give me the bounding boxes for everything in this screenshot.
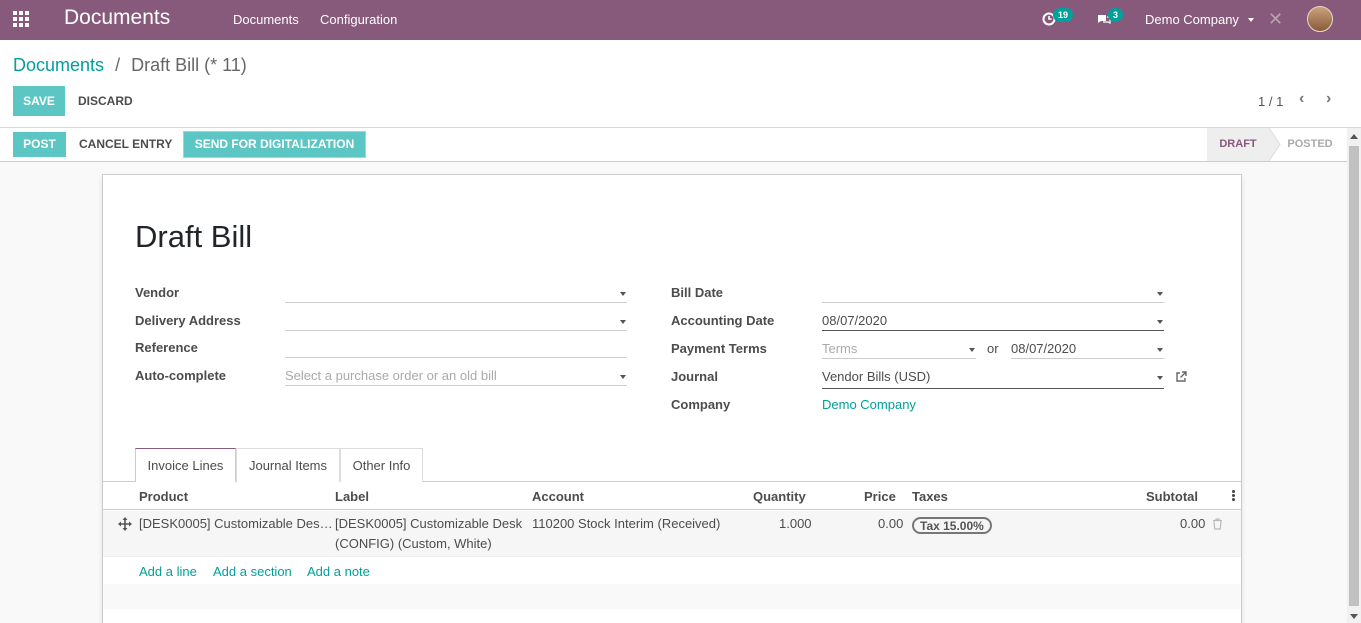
- trash-icon[interactable]: [1212, 518, 1223, 530]
- tax-badge[interactable]: Tax 15.00%: [912, 517, 992, 534]
- breadcrumb-current: Draft Bill (* 11): [131, 55, 247, 75]
- due-date-field[interactable]: 08/07/2020: [1011, 339, 1164, 359]
- vendor-label: Vendor: [135, 285, 180, 300]
- page-scrollbar[interactable]: [1347, 128, 1361, 623]
- tab-journal-items[interactable]: Journal Items: [236, 448, 340, 482]
- caret-down-icon: [1247, 18, 1254, 22]
- caret-down-icon: [1157, 376, 1163, 380]
- cancel-entry-button[interactable]: CANCEL ENTRY: [79, 129, 172, 159]
- status-bar: POST CANCEL ENTRY SEND FOR DIGITALIZATIO…: [0, 128, 1347, 162]
- add-line-row: Add a line Add a section Add a note: [103, 558, 1241, 584]
- scrollbar-thumb[interactable]: [1349, 146, 1359, 606]
- top-navbar: Documents Documents Configuration 19 3 D…: [0, 0, 1361, 40]
- caret-down-icon: [1157, 348, 1163, 352]
- auto-complete-field[interactable]: Select a purchase order or an old bill: [285, 366, 627, 386]
- table-row[interactable]: [DESK0005] Customizable Des… [DESK0005] …: [103, 511, 1241, 557]
- chevron-left-icon[interactable]: ‹: [1299, 90, 1304, 108]
- pager-value[interactable]: 1 / 1: [1258, 94, 1283, 109]
- bill-title: Draft Bill: [135, 219, 253, 254]
- column-taxes[interactable]: Taxes: [912, 489, 948, 504]
- tab-invoice-lines[interactable]: Invoice Lines: [135, 448, 236, 483]
- close-icon[interactable]: ✕: [1268, 9, 1283, 30]
- accounting-date-label: Accounting Date: [671, 313, 775, 328]
- scroll-down-icon[interactable]: [1350, 614, 1358, 619]
- breadcrumb: Documents / Draft Bill (* 11): [13, 55, 247, 76]
- user-avatar[interactable]: [1307, 6, 1333, 32]
- column-quantity[interactable]: Quantity: [753, 489, 806, 504]
- row-account[interactable]: 110200 Stock Interim (Received): [532, 514, 720, 534]
- send-for-digitalization-button[interactable]: SEND FOR DIGITALIZATION: [183, 131, 366, 158]
- payment-terms-field[interactable]: Terms: [822, 339, 976, 359]
- vendor-field[interactable]: [285, 283, 627, 303]
- messages-count-badge: 3: [1108, 8, 1124, 22]
- status-step-posted[interactable]: POSTED: [1281, 128, 1339, 161]
- payment-terms-label: Payment Terms: [671, 341, 767, 356]
- delivery-address-label: Delivery Address: [135, 313, 241, 328]
- discard-button[interactable]: DISCARD: [78, 86, 133, 116]
- caret-down-icon: [620, 320, 626, 324]
- table-footer: [103, 584, 1241, 609]
- control-panel: Documents / Draft Bill (* 11) SAVE DISCA…: [0, 40, 1361, 128]
- company-name: Demo Company: [1145, 12, 1239, 27]
- tab-other-info[interactable]: Other Info: [340, 448, 423, 482]
- journal-label: Journal: [671, 369, 718, 384]
- auto-complete-label: Auto-complete: [135, 368, 226, 383]
- status-step-draft: DRAFT: [1207, 128, 1269, 161]
- company-label: Company: [671, 397, 731, 412]
- add-a-note-link[interactable]: Add a note: [307, 564, 370, 579]
- row-product[interactable]: [DESK0005] Customizable Des…: [139, 514, 333, 534]
- invoice-lines-header: Product Label Account Quantity Price Tax…: [103, 482, 1241, 510]
- company-link[interactable]: Demo Company: [822, 397, 916, 412]
- payment-terms-placeholder: Terms: [822, 341, 858, 356]
- bill-date-label: Bill Date: [671, 285, 724, 300]
- caret-down-icon: [620, 375, 626, 379]
- external-link-icon[interactable]: [1174, 370, 1188, 384]
- save-button[interactable]: SAVE: [13, 86, 65, 116]
- column-account[interactable]: Account: [532, 489, 584, 504]
- column-subtotal[interactable]: Subtotal: [1146, 489, 1198, 504]
- reference-label: Reference: [135, 340, 198, 355]
- breadcrumb-documents-link[interactable]: Documents: [13, 55, 104, 75]
- row-label-line2[interactable]: (CONFIG) (Custom, White): [335, 534, 492, 554]
- app-title[interactable]: Documents: [64, 6, 170, 30]
- row-quantity[interactable]: 1.000: [779, 514, 812, 534]
- activity-count-badge: 19: [1053, 8, 1074, 22]
- delivery-address-field[interactable]: [285, 311, 627, 331]
- auto-complete-placeholder: Select a purchase order or an old bill: [285, 368, 497, 383]
- drag-handle-icon[interactable]: [118, 517, 132, 531]
- chevron-separator-icon: [1269, 128, 1281, 161]
- form-sheet: Draft Bill Vendor Delivery Address Refer…: [102, 174, 1242, 623]
- post-button[interactable]: POST: [13, 132, 66, 157]
- add-a-section-link[interactable]: Add a section: [213, 564, 292, 579]
- column-price[interactable]: Price: [864, 489, 896, 504]
- add-a-line-link[interactable]: Add a line: [139, 564, 197, 579]
- caret-down-icon: [969, 348, 975, 352]
- column-label[interactable]: Label: [335, 489, 369, 504]
- row-price[interactable]: 0.00: [878, 514, 903, 534]
- company-switcher[interactable]: Demo Company: [1145, 12, 1254, 27]
- caret-down-icon: [1157, 292, 1163, 296]
- row-label-line1[interactable]: [DESK0005] Customizable Desk: [335, 514, 522, 534]
- chevron-right-icon[interactable]: ›: [1326, 90, 1331, 108]
- caret-down-icon: [620, 292, 626, 296]
- apps-menu-icon[interactable]: [13, 11, 31, 29]
- caret-down-icon: [1157, 320, 1163, 324]
- journal-field[interactable]: Vendor Bills (USD): [822, 367, 1164, 389]
- scroll-up-icon[interactable]: [1350, 134, 1358, 139]
- row-subtotal: 0.00: [1180, 516, 1206, 531]
- column-product[interactable]: Product: [139, 489, 188, 504]
- menu-configuration[interactable]: Configuration: [320, 12, 397, 27]
- menu-documents[interactable]: Documents: [233, 12, 299, 27]
- reference-field[interactable]: [285, 338, 627, 358]
- breadcrumb-separator: /: [115, 55, 121, 75]
- accounting-date-field[interactable]: 08/07/2020: [822, 311, 1164, 331]
- or-text: or: [987, 341, 999, 356]
- bill-date-field[interactable]: [822, 283, 1164, 303]
- column-options-icon[interactable]: [1232, 490, 1235, 502]
